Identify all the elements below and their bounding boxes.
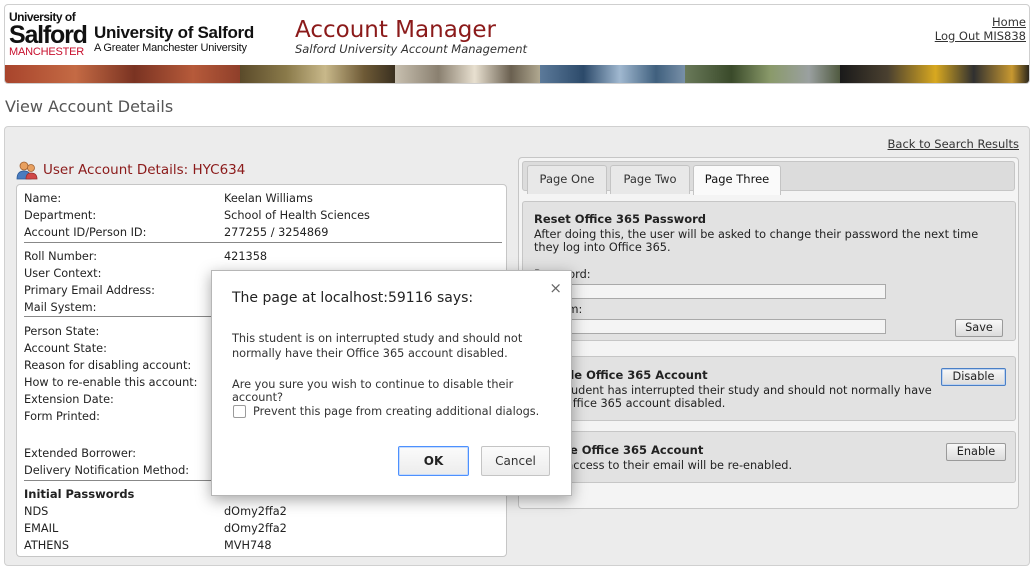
dialog-message: This student is on interrupted study and… [232,332,523,360]
password-value: MVH748 [224,539,272,552]
logo-line-3: MANCHESTER [9,46,85,58]
prevent-dialogs-option[interactable]: Prevent this page from creating addition… [233,405,539,418]
photo-banner [5,65,1029,83]
university-name-block: University of Salford A Greater Manchest… [94,24,264,55]
users-icon [16,160,38,180]
tab-page-three[interactable]: Page Three [693,165,781,195]
detail-value: School of Health Sciences [224,209,370,222]
password-label: EMAIL [24,522,59,535]
disable-office365-section: Disable Office 365 Account This student … [522,356,1016,421]
detail-label: Delivery Notification Method: [24,464,190,477]
confirm-password-input[interactable] [534,319,886,334]
detail-label: Extension Date: [24,393,114,406]
app-title: Account Manager [295,17,496,43]
confirm-dialog: The page at localhost:59116 says: × This… [211,270,572,496]
university-tagline: A Greater Manchester University [94,42,247,54]
detail-label: Form Printed: [24,410,100,423]
user-account-heading: User Account Details: HYC634 [43,162,246,178]
password-label: ATHENS [24,539,70,552]
app-subtitle: Salford University Account Management [295,42,528,56]
enable-office365-description: Their access to their email will be re-e… [534,459,793,472]
enable-office365-section: Enable Office 365 Account Their access t… [522,431,1016,483]
detail-label: Account ID/Person ID: [24,226,147,239]
detail-label: Roll Number: [24,250,98,263]
detail-label: User Context: [24,267,102,280]
back-to-search-results-link[interactable]: Back to Search Results [888,137,1019,151]
disable-button[interactable]: Disable [941,368,1006,386]
dialog-title: The page at localhost:59116 says: [232,290,474,306]
tab-page-one[interactable]: Page One [527,165,607,194]
reset-password-description: After doing this, the user will be asked… [534,228,979,254]
university-name: University of Salford [94,23,254,42]
password-value: dOmy2ffa2 [224,522,287,535]
ok-button[interactable]: OK [398,446,469,476]
detail-label: Extended Borrower: [24,447,137,460]
cancel-button[interactable]: Cancel [481,446,550,476]
logout-link[interactable]: Log Out MIS838 [935,29,1026,43]
tab-page-two[interactable]: Page Two [610,165,690,194]
tabs-panel: Page One Page Two Page Three Reset Offic… [518,157,1019,509]
new-password-input[interactable] [534,284,886,299]
page-heading: View Account Details [5,97,174,116]
detail-label: Mail System: [24,301,97,314]
detail-label: Name: [24,192,62,205]
password-label: NDS [24,505,49,518]
detail-value: Keelan Williams [224,192,313,205]
detail-value: 421358 [224,250,268,263]
save-button[interactable]: Save [955,319,1003,337]
header-links: Home Log Out MIS838 [935,15,1026,43]
disable-office365-description: This student has interrupted their study… [534,384,932,410]
user-account-heading-block: User Account Details: HYC634 [16,160,245,180]
detail-label: How to re-enable this account: [24,376,198,389]
close-icon[interactable]: × [549,279,562,297]
enable-button[interactable]: Enable [946,443,1006,461]
site-header: University of Salford MANCHESTER Univers… [4,4,1030,84]
initial-passwords-heading: Initial Passwords [24,487,135,501]
detail-label: Account State: [24,342,107,355]
reset-password-section: Reset Office 365 Password After doing th… [522,201,1016,341]
detail-label: Primary Email Address: [24,284,155,297]
home-link[interactable]: Home [935,15,1026,29]
password-value: dOmy2ffa2 [224,505,287,518]
prevent-dialogs-label: Prevent this page from creating addition… [253,405,540,418]
detail-value: 277255 / 3254869 [224,226,329,239]
detail-label: Person State: [24,325,100,338]
university-logo: University of Salford MANCHESTER [9,11,88,63]
divider [24,242,502,243]
detail-label: Department: [24,209,97,222]
reset-password-title: Reset Office 365 Password [534,212,707,226]
logo-line-2: Salford [9,21,88,49]
dialog-question: Are you sure you wish to continue to dis… [232,378,514,404]
tab-bar: Page One Page Two Page Three [522,161,1015,195]
prevent-dialogs-checkbox[interactable] [233,405,246,418]
detail-label: Reason for disabling account: [24,359,192,372]
